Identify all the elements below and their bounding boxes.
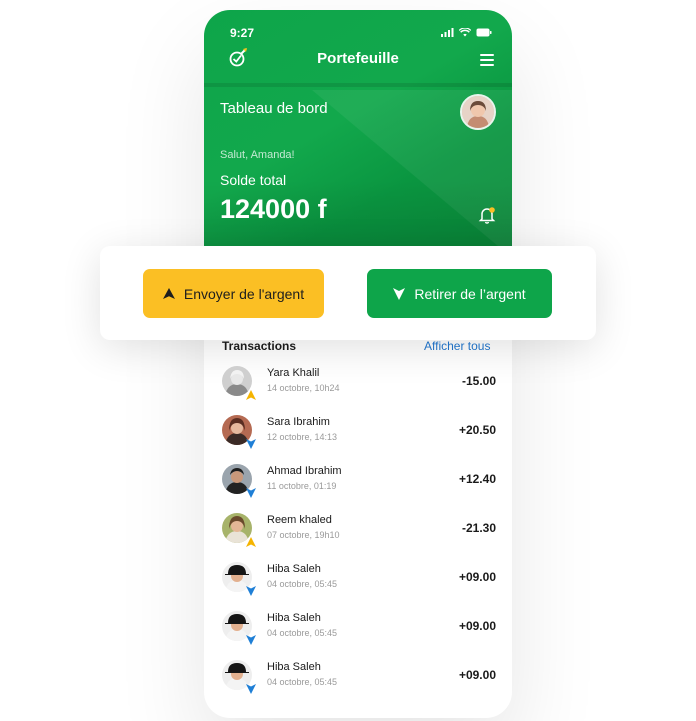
avatar-image — [462, 96, 494, 128]
signal-icon — [441, 28, 454, 37]
withdraw-money-button[interactable]: Retirer de l’argent — [367, 269, 552, 318]
transaction-row[interactable]: Sara Ibrahim 12 octobre, 14:13 +20.50 — [220, 415, 500, 455]
withdraw-money-label: Retirer de l’argent — [414, 285, 526, 302]
status-time: 9:27 — [230, 26, 255, 40]
battery-icon — [476, 28, 492, 37]
contact-name: Hiba Saleh — [267, 612, 321, 624]
contact-name: Reem khaled — [267, 514, 332, 526]
transaction-date: 12 octobre, 14:13 — [267, 432, 338, 442]
send-money-label: Envoyer de l'argent — [183, 285, 305, 302]
transaction-row[interactable]: Hiba Saleh 04 octobre, 05:45 +09.00 — [220, 660, 500, 700]
transaction-date: 11 octobre, 01:19 — [267, 481, 337, 491]
actions-card: Envoyer de l'argent Retirer de l’argent — [100, 246, 596, 340]
transaction-amount: +20.50 — [458, 423, 496, 437]
transaction-amount: +09.00 — [458, 619, 496, 633]
profile-avatar[interactable] — [460, 94, 496, 130]
transaction-amount: +09.00 — [458, 668, 496, 682]
balance-label: Solde total — [220, 172, 287, 188]
sent-indicator-icon — [246, 537, 256, 547]
withdraw-arrow-icon — [393, 287, 406, 300]
transaction-row[interactable]: Yara Khalil 14 octobre, 10h24 -15.00 — [220, 366, 500, 406]
dashboard-title: Tableau de bord — [220, 100, 328, 117]
send-arrow-icon — [162, 288, 175, 299]
wifi-icon — [459, 28, 471, 37]
send-money-button[interactable]: Envoyer de l'argent — [143, 269, 324, 318]
received-indicator-icon — [246, 586, 256, 596]
contact-name: Yara Khalil — [267, 367, 320, 379]
wallet-header: 9:27 Portefeuille Tableau de bord Salut,… — [204, 10, 512, 250]
transaction-row[interactable]: Reem khaled 07 octobre, 19h10 -21.30 — [220, 513, 500, 553]
bell-icon[interactable] — [478, 206, 496, 224]
received-indicator-icon — [246, 439, 256, 449]
sent-indicator-icon — [246, 390, 256, 400]
transaction-date: 07 octobre, 19h10 — [267, 530, 340, 540]
transaction-amount: +09.00 — [458, 570, 496, 584]
transaction-row[interactable]: Hiba Saleh 04 octobre, 05:45 +09.00 — [220, 611, 500, 651]
contact-name: Hiba Saleh — [267, 563, 321, 575]
view-all-link[interactable]: Afficher tous — [424, 339, 490, 353]
app-title: Portefeuille — [317, 50, 399, 67]
received-indicator-icon — [246, 635, 256, 645]
transaction-date: 04 octobre, 05:45 — [267, 628, 338, 638]
contact-name: Sara Ibrahim — [267, 416, 330, 428]
transactions-title: Transactions — [222, 339, 297, 353]
transaction-amount: -15.00 — [461, 374, 496, 388]
contact-name: Hiba Saleh — [267, 661, 321, 673]
transaction-date: 04 octobre, 05:45 — [267, 677, 338, 687]
transaction-amount: +12.40 — [458, 472, 496, 486]
transaction-date: 14 octobre, 10h24 — [267, 383, 340, 393]
greeting-text: Salut, Amanda! — [220, 149, 295, 161]
transaction-row[interactable]: Hiba Saleh 04 octobre, 05:45 +09.00 — [220, 562, 500, 602]
transaction-row[interactable]: Ahmad Ibrahim 11 octobre, 01:19 +12.40 — [220, 464, 500, 504]
balance-amount: 124000 f — [220, 194, 327, 224]
topbar-divider — [204, 83, 512, 87]
received-indicator-icon — [246, 488, 256, 498]
status-icons — [441, 28, 492, 37]
transaction-amount: -21.30 — [461, 521, 496, 535]
transaction-date: 04 octobre, 05:45 — [267, 579, 338, 589]
contact-name: Ahmad Ibrahim — [267, 465, 342, 477]
received-indicator-icon — [246, 684, 256, 694]
menu-icon[interactable] — [480, 54, 494, 66]
